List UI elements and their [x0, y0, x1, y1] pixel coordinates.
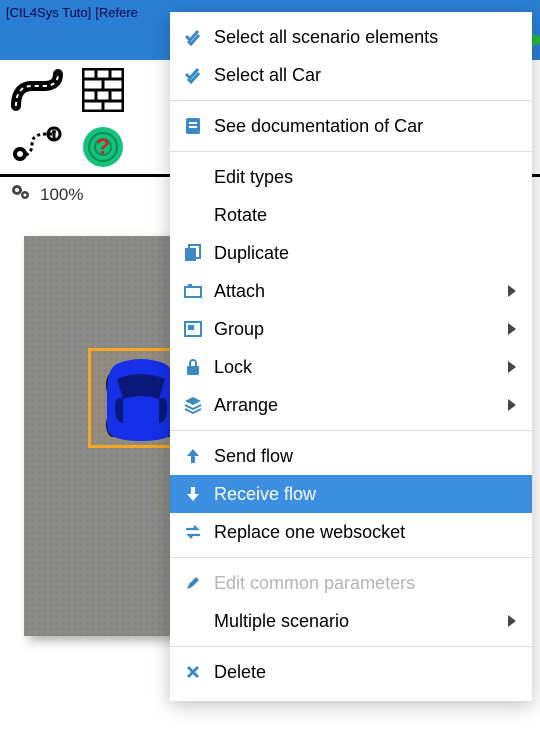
menu-item[interactable]: Send flow: [170, 437, 532, 475]
menu-item-label: Group: [214, 319, 264, 340]
delete-icon: [182, 665, 204, 679]
menu-item-label: Rotate: [214, 205, 267, 226]
submenu-arrow-icon: [508, 399, 516, 411]
submenu-arrow-icon: [508, 615, 516, 627]
submenu-arrow-icon: [508, 285, 516, 297]
pencil-icon: [182, 575, 204, 591]
road-icon[interactable]: [10, 68, 64, 112]
menu-item[interactable]: Rotate: [170, 196, 532, 234]
radar-icon[interactable]: ?: [82, 126, 124, 168]
menu-item-label: Multiple scenario: [214, 611, 349, 632]
menu-item[interactable]: Lock: [170, 348, 532, 386]
submenu-arrow-icon: [508, 323, 516, 335]
zoom-label: 100%: [40, 185, 83, 205]
menu-item[interactable]: See documentation of Car: [170, 107, 532, 145]
swap-icon: [182, 524, 204, 540]
layers-icon: [182, 396, 204, 414]
menu-item-label: Arrange: [214, 395, 278, 416]
menu-item[interactable]: Delete: [170, 653, 532, 691]
menu-separator: [170, 100, 532, 101]
menu-item-label: See documentation of Car: [214, 116, 423, 137]
menu-separator: [170, 430, 532, 431]
menu-item-label: Edit types: [214, 167, 293, 188]
menu-item-label: Replace one websocket: [214, 522, 405, 543]
group-icon: [182, 321, 204, 337]
check-all-icon: [182, 66, 204, 84]
menu-item[interactable]: Arrange: [170, 386, 532, 424]
menu-item[interactable]: Multiple scenario: [170, 602, 532, 640]
menu-item[interactable]: Duplicate: [170, 234, 532, 272]
arrow-up-icon: [182, 447, 204, 465]
menu-item[interactable]: Attach: [170, 272, 532, 310]
menu-item-label: Select all scenario elements: [214, 27, 438, 48]
attach-icon: [182, 283, 204, 299]
wall-icon[interactable]: [82, 68, 124, 112]
menu-item-label: Edit common parameters: [214, 573, 415, 594]
menu-item-label: Select all Car: [214, 65, 321, 86]
arrow-down-icon: [182, 485, 204, 503]
title-part2: [Refere: [95, 5, 138, 20]
menu-item[interactable]: Group: [170, 310, 532, 348]
palette: ?: [0, 60, 130, 174]
title-part1: [CIL4Sys Tuto]: [6, 5, 91, 20]
menu-separator: [170, 646, 532, 647]
doc-icon: [182, 117, 204, 135]
menu-item-label: Lock: [214, 357, 252, 378]
menu-item[interactable]: Edit types: [170, 158, 532, 196]
menu-item-label: Send flow: [214, 446, 293, 467]
menu-item-label: Attach: [214, 281, 265, 302]
copy-icon: [182, 244, 204, 262]
menu-separator: [170, 151, 532, 152]
route-icon[interactable]: [10, 126, 64, 164]
gears-icon[interactable]: [10, 183, 32, 206]
submenu-arrow-icon: [508, 361, 516, 373]
lock-icon: [182, 358, 204, 376]
menu-item[interactable]: Receive flow: [170, 475, 532, 513]
menu-item: Edit common parameters: [170, 564, 532, 602]
menu-item[interactable]: Select all Car: [170, 56, 532, 94]
menu-item-label: Duplicate: [214, 243, 289, 264]
menu-item[interactable]: Select all scenario elements: [170, 18, 532, 56]
menu-separator: [170, 557, 532, 558]
menu-item[interactable]: Replace one websocket: [170, 513, 532, 551]
check-all-icon: [182, 28, 204, 46]
menu-item-label: Delete: [214, 662, 266, 683]
svg-text:?: ?: [96, 134, 109, 159]
context-menu: Select all scenario elements Select all C…: [170, 12, 532, 701]
menu-item-label: Receive flow: [214, 484, 316, 505]
